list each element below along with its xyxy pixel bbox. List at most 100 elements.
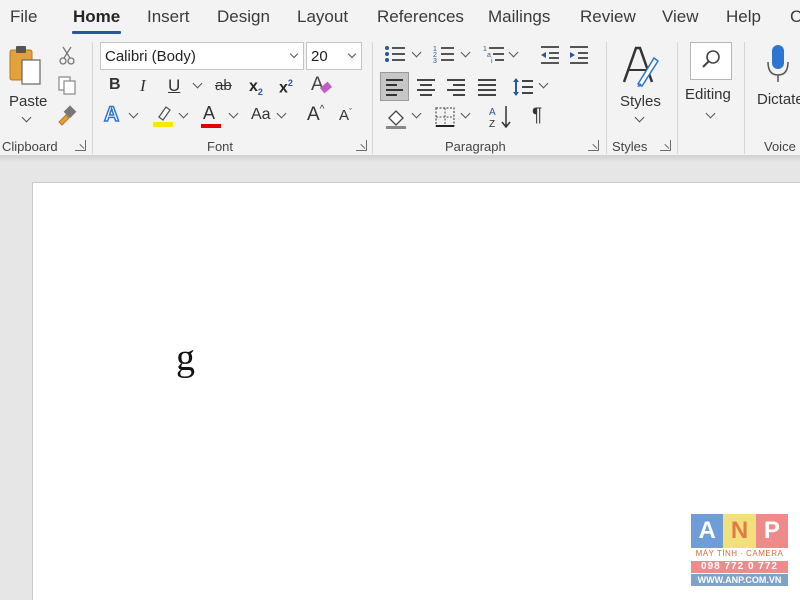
styles-label: Styles bbox=[620, 93, 661, 110]
font-size-combo[interactable]: 20 bbox=[306, 42, 362, 70]
underline-chevron-icon[interactable] bbox=[192, 78, 203, 89]
microphone-icon bbox=[767, 45, 789, 82]
editing-chevron-icon bbox=[705, 108, 716, 119]
italic-button[interactable]: I bbox=[140, 77, 146, 94]
watermark-logo: A N P MÁY TÍNH · CAMERA 098 772 0 772 WW… bbox=[691, 514, 788, 588]
tab-review[interactable]: Review bbox=[580, 7, 636, 27]
cut-icon[interactable] bbox=[58, 46, 76, 66]
text-effects-chevron-icon[interactable] bbox=[128, 108, 139, 119]
logo-letters: A N P bbox=[691, 514, 788, 548]
copy-icon[interactable] bbox=[57, 75, 77, 95]
font-size-value: 20 bbox=[311, 48, 328, 65]
highlight-chevron-icon[interactable] bbox=[178, 108, 189, 119]
tab-layout[interactable]: Layout bbox=[297, 7, 348, 27]
numbering-icon[interactable]: 1 2 3 bbox=[433, 44, 455, 64]
line-spacing-icon[interactable] bbox=[512, 76, 534, 98]
styles-chevron-icon bbox=[634, 112, 645, 123]
document-page[interactable] bbox=[32, 182, 800, 600]
editing-icon-frame bbox=[690, 42, 732, 80]
logo-letter-n: N bbox=[723, 514, 756, 548]
paragraph-dialog-launcher-icon[interactable] bbox=[588, 140, 599, 151]
shading-icon[interactable] bbox=[385, 106, 409, 130]
font-dialog-launcher-icon[interactable] bbox=[356, 140, 367, 151]
editing-label: Editing bbox=[685, 86, 731, 103]
multilevel-list-icon[interactable]: 1 a i bbox=[483, 44, 505, 64]
numbering-chevron-icon[interactable] bbox=[460, 47, 471, 58]
voice-group-label: Voice bbox=[764, 139, 796, 154]
strikethrough-button[interactable]: ab bbox=[215, 78, 232, 93]
shrink-arrow-icon: ˇ bbox=[349, 107, 353, 117]
decrease-indent-icon[interactable] bbox=[539, 44, 561, 64]
borders-chevron-icon[interactable] bbox=[460, 108, 471, 119]
styles-button[interactable]: Styles bbox=[612, 42, 667, 132]
format-painter-icon[interactable] bbox=[56, 104, 78, 126]
sort-icon[interactable]: A Z bbox=[488, 104, 514, 130]
bullets-chevron-icon[interactable] bbox=[411, 47, 422, 58]
logo-phone: 098 772 0 772 bbox=[691, 561, 788, 573]
styles-group-label: Styles bbox=[612, 139, 648, 154]
svg-text:A: A bbox=[489, 107, 496, 118]
bold-button[interactable]: B bbox=[109, 77, 121, 93]
align-right-icon[interactable] bbox=[445, 77, 467, 97]
clear-formatting-button[interactable]: A bbox=[311, 74, 333, 96]
align-center-icon[interactable] bbox=[415, 77, 437, 97]
text-effects-button[interactable]: A bbox=[103, 102, 120, 127]
multilevel-chevron-icon[interactable] bbox=[508, 47, 519, 58]
ribbon: Paste Clipboard Calibri (Body) 20 B I U … bbox=[0, 36, 800, 156]
font-name-value: Calibri (Body) bbox=[105, 48, 196, 65]
font-size-chevron-icon bbox=[347, 49, 357, 59]
subscript-button[interactable]: x2 bbox=[249, 78, 263, 97]
tab-home[interactable]: Home bbox=[73, 7, 120, 27]
bullets-icon[interactable] bbox=[384, 44, 406, 64]
change-case-button[interactable]: Aa bbox=[251, 107, 271, 123]
justify-icon[interactable] bbox=[476, 77, 498, 97]
document-text[interactable]: g bbox=[176, 336, 195, 380]
tab-references[interactable]: References bbox=[377, 7, 464, 27]
paragraph-group-label: Paragraph bbox=[445, 139, 506, 154]
superscript-button[interactable]: x2 bbox=[279, 78, 293, 97]
font-color-button[interactable]: A bbox=[201, 103, 221, 128]
svg-text:Z: Z bbox=[489, 119, 495, 130]
shrink-font-button[interactable]: Aˇ bbox=[339, 107, 353, 124]
superscript-mark: 2 bbox=[287, 78, 293, 88]
logo-subtitle: MÁY TÍNH · CAMERA bbox=[695, 549, 784, 558]
font-name-combo[interactable]: Calibri (Body) bbox=[100, 42, 304, 70]
highlight-icon[interactable] bbox=[151, 103, 175, 127]
editing-button[interactable]: Editing bbox=[683, 40, 739, 132]
underline-button[interactable]: U bbox=[168, 77, 180, 94]
increase-indent-icon[interactable] bbox=[568, 44, 590, 64]
font-color-swatch bbox=[201, 124, 221, 128]
change-case-chevron-icon[interactable] bbox=[276, 108, 287, 119]
subscript-x: x bbox=[249, 78, 258, 95]
logo-letter-a: A bbox=[691, 514, 724, 548]
tab-design[interactable]: Design bbox=[217, 7, 270, 27]
ribbon-tabs-bar: File Home Insert Design Layout Reference… bbox=[0, 0, 800, 36]
ribbon-separator bbox=[372, 42, 373, 154]
tab-help[interactable]: Help bbox=[726, 7, 761, 27]
dictate-button[interactable]: Dictate bbox=[752, 40, 800, 132]
show-hide-marks-button[interactable]: ¶ bbox=[532, 106, 542, 125]
shading-chevron-icon[interactable] bbox=[411, 108, 422, 119]
ribbon-separator bbox=[92, 42, 93, 154]
paste-label: Paste bbox=[9, 93, 48, 110]
svg-text:i: i bbox=[491, 58, 493, 64]
line-spacing-chevron-icon[interactable] bbox=[538, 78, 549, 89]
tab-insert[interactable]: Insert bbox=[147, 7, 190, 27]
paste-button[interactable]: Paste bbox=[4, 42, 48, 132]
ribbon-separator bbox=[744, 42, 745, 154]
find-icon bbox=[702, 50, 720, 68]
styles-dialog-launcher-icon[interactable] bbox=[660, 140, 671, 151]
tab-view[interactable]: View bbox=[662, 7, 699, 27]
ribbon-separator bbox=[606, 42, 607, 154]
tab-mailings[interactable]: Mailings bbox=[488, 7, 550, 27]
styles-icon bbox=[622, 46, 660, 87]
tab-file[interactable]: File bbox=[10, 7, 37, 27]
tab-truncated[interactable]: C bbox=[790, 7, 800, 27]
align-left-button[interactable] bbox=[380, 72, 409, 101]
superscript-x: x bbox=[279, 79, 288, 97]
active-tab-indicator bbox=[72, 31, 121, 34]
grow-font-button[interactable]: A^ bbox=[307, 105, 324, 125]
font-color-chevron-icon[interactable] bbox=[228, 108, 239, 119]
clipboard-dialog-launcher-icon[interactable] bbox=[75, 140, 86, 151]
borders-icon[interactable] bbox=[434, 106, 456, 128]
